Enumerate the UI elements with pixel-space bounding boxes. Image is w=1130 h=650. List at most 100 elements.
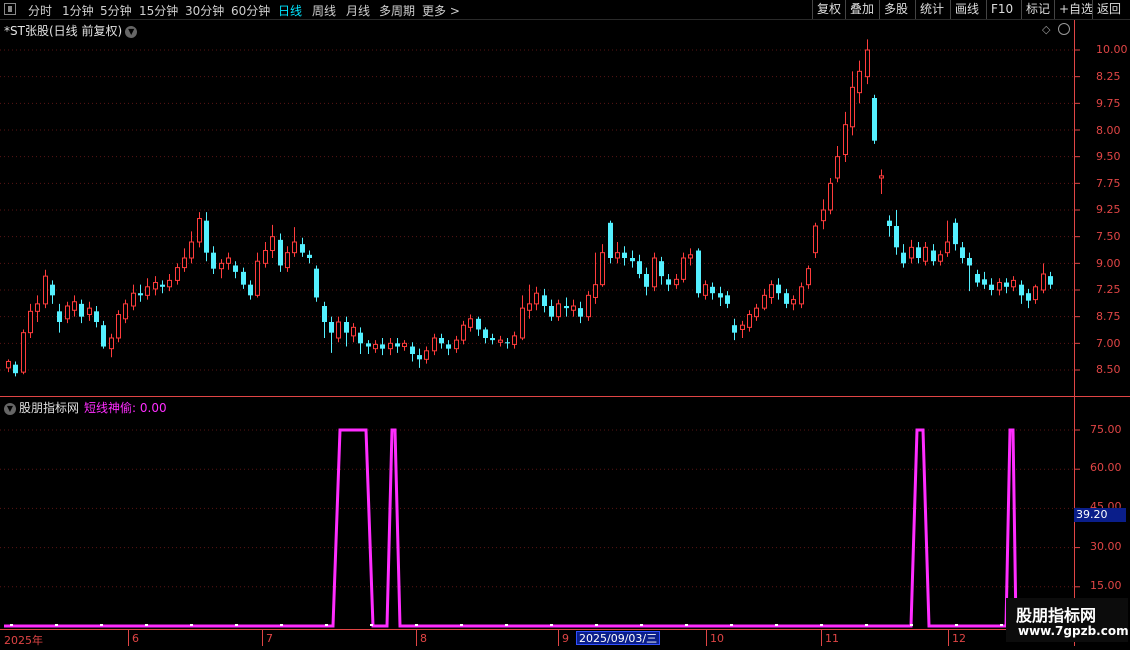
candle-body xyxy=(688,254,693,259)
candle-body xyxy=(754,307,759,318)
candle-body xyxy=(358,332,363,344)
baseline-dot xyxy=(865,624,868,626)
candle-body xyxy=(821,209,826,222)
indicator-name: 股朋指标网 xyxy=(19,401,80,415)
baseline-dot xyxy=(820,624,823,626)
candle-body xyxy=(94,311,99,322)
chart-canvas[interactable] xyxy=(0,0,1130,650)
candle-body xyxy=(578,308,583,317)
candle-body xyxy=(520,307,525,339)
candle-body xyxy=(248,284,253,296)
candle-body xyxy=(307,254,312,258)
indicator-line xyxy=(4,428,1074,628)
candle-body xyxy=(388,342,393,350)
candle-body xyxy=(909,246,914,259)
candle-body xyxy=(953,222,958,245)
candle-body xyxy=(13,364,18,374)
x-tick-label: 9 xyxy=(562,632,569,645)
candle-body xyxy=(975,274,980,283)
y-tick-label: 7.75 xyxy=(1096,177,1121,190)
candle-body xyxy=(600,252,605,286)
baseline-dot xyxy=(730,624,733,626)
candle-body xyxy=(1019,284,1024,296)
candle-body xyxy=(131,292,136,307)
candle-body xyxy=(740,324,745,330)
x-tick-label: 8 xyxy=(420,632,427,645)
candle-body xyxy=(710,286,715,294)
candle-body xyxy=(989,284,994,290)
candle-body xyxy=(505,342,510,344)
baseline-dot xyxy=(10,624,13,626)
candle-body xyxy=(799,286,804,305)
candle-body xyxy=(967,258,972,266)
candle-body xyxy=(454,339,459,350)
grid-lines xyxy=(0,49,1080,588)
baseline-dot xyxy=(370,624,373,626)
candle-body xyxy=(945,241,950,254)
candle-body xyxy=(512,335,517,345)
candle-body xyxy=(791,299,796,305)
candle-body xyxy=(835,156,840,179)
candle-body xyxy=(263,250,268,264)
y-tick-label: 8.00 xyxy=(1096,124,1121,137)
candle-body xyxy=(556,303,561,318)
candle-body xyxy=(65,305,70,320)
candle-body xyxy=(681,257,686,280)
candle-body xyxy=(982,279,987,285)
indicator-series xyxy=(4,428,1074,628)
candle-body xyxy=(476,318,481,330)
chart-frame xyxy=(0,20,1130,646)
candle-body xyxy=(160,284,165,287)
candle-body xyxy=(109,337,114,350)
candle-body xyxy=(542,295,547,306)
candle-body xyxy=(395,343,400,347)
y-tick-label: 8.50 xyxy=(1096,363,1121,376)
candle-body xyxy=(608,222,613,258)
candle-body xyxy=(285,252,290,269)
candle-body xyxy=(490,338,495,341)
baseline-dot xyxy=(280,624,283,626)
candle-body xyxy=(6,360,11,369)
candle-body xyxy=(145,286,150,296)
candle-body xyxy=(622,252,627,258)
baseline-dot xyxy=(190,624,193,626)
baseline-dot xyxy=(55,624,58,626)
candle-body xyxy=(50,284,55,296)
candle-body xyxy=(278,239,283,266)
candle-body xyxy=(776,284,781,294)
ind-y-tick-label: 60.00 xyxy=(1090,461,1122,474)
candle-body xyxy=(1011,279,1016,288)
candle-body xyxy=(204,220,209,253)
candle-body xyxy=(197,218,202,243)
x-tick-label: 11 xyxy=(825,632,839,645)
candle-body xyxy=(461,324,466,341)
candle-body xyxy=(322,306,327,322)
chevron-down-icon[interactable]: ▼ xyxy=(4,402,16,415)
candle-body xyxy=(226,257,231,264)
baseline-dot xyxy=(235,624,238,626)
candle-body xyxy=(101,325,106,347)
ind-y-tick-label: 30.00 xyxy=(1090,540,1122,553)
candle-body xyxy=(182,257,187,269)
candle-body xyxy=(79,303,84,317)
candle-body xyxy=(784,293,789,304)
cursor-value-badge: 39.20 xyxy=(1074,508,1126,522)
candle-body xyxy=(189,241,194,259)
candle-body xyxy=(1004,282,1009,287)
candle-body xyxy=(366,343,371,347)
candle-body xyxy=(843,124,848,156)
y-tick-label: 8.25 xyxy=(1096,70,1121,83)
candle-body xyxy=(938,254,943,262)
candle-body xyxy=(872,98,877,141)
x-tick-label: 6 xyxy=(132,632,139,645)
baseline-dot xyxy=(775,624,778,626)
candle-body xyxy=(916,247,921,258)
candle-body xyxy=(233,265,238,272)
candle-body xyxy=(1033,286,1038,301)
candle-body xyxy=(116,314,121,339)
watermark-title: 股朋指标网 xyxy=(1016,606,1097,625)
candle-body xyxy=(417,355,422,360)
candle-body xyxy=(586,294,591,318)
candle-body xyxy=(696,250,701,294)
candle-body xyxy=(857,70,862,94)
